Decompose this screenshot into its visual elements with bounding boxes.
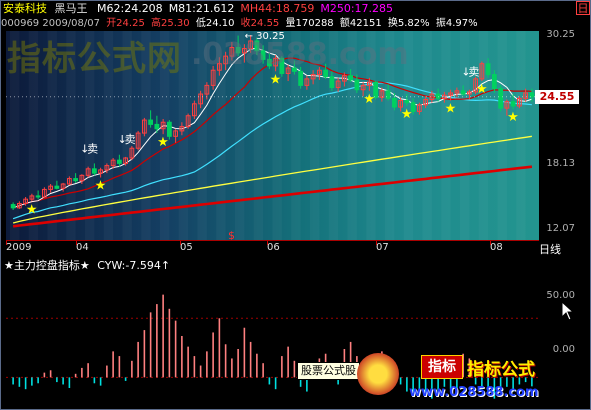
candle-body bbox=[117, 159, 122, 164]
code-date: 000969 2009/08/07 bbox=[1, 18, 100, 29]
candle-body bbox=[498, 88, 503, 109]
volume: 量170288 bbox=[285, 18, 334, 29]
date-tick: 06 bbox=[267, 242, 280, 253]
candle-body bbox=[348, 75, 353, 81]
sell-signal-label: 卖 bbox=[468, 66, 479, 79]
sell-signal-label: 卖 bbox=[125, 133, 136, 146]
candle-body bbox=[154, 123, 160, 130]
mouse-cursor-icon bbox=[561, 301, 575, 321]
price-tick: 18.13 bbox=[546, 158, 575, 169]
turnover: 换5.82% bbox=[387, 18, 430, 29]
buy-star-icon: ★ bbox=[476, 82, 488, 97]
candle-body bbox=[148, 119, 153, 125]
price-axis: 30.25 18.13 12.07 bbox=[539, 29, 590, 240]
stock-chart-window: 安泰科技 黑马王 M62:24.208 M81:21.612 MH44:18.759… bbox=[0, 0, 591, 410]
buy-star-icon: ★ bbox=[95, 178, 107, 193]
candle-body bbox=[404, 100, 410, 104]
amount: 额42151 bbox=[339, 18, 382, 29]
ma-value: MH44:18.759 bbox=[240, 2, 315, 15]
buy-star-icon: ★ bbox=[270, 72, 282, 87]
indicator-tick: 50.00 bbox=[546, 290, 575, 301]
high-price: 高25.30 bbox=[151, 18, 190, 29]
candle-body bbox=[323, 69, 328, 78]
tooltip: 股票公式股 bbox=[297, 362, 360, 380]
candle-body bbox=[92, 168, 97, 174]
price-tick: 12.07 bbox=[546, 223, 575, 234]
title-bar: 安泰科技 黑马王 M62:24.208 M81:21.612 MH44:18.759… bbox=[1, 1, 590, 17]
brand-url: www.028588.com bbox=[409, 385, 539, 400]
open-price: 开24.25 bbox=[106, 18, 145, 29]
candle-body bbox=[267, 58, 272, 67]
ma-values: M62:24.208 M81:21.612 MH44:18.759 M250:17.2… bbox=[91, 1, 393, 17]
brand-chip: 指标 bbox=[421, 355, 463, 379]
low-price: 低24.10 bbox=[195, 18, 235, 29]
event-marker-icon: $ bbox=[228, 229, 235, 240]
close-price: 收24.55 bbox=[240, 18, 280, 29]
candle-body bbox=[279, 57, 285, 74]
candle-body bbox=[485, 63, 491, 76]
price-tick: 30.25 bbox=[546, 29, 575, 40]
candle-body bbox=[35, 195, 41, 198]
candle-body bbox=[298, 70, 303, 86]
candle-body bbox=[54, 185, 60, 189]
candle-body bbox=[235, 46, 241, 54]
period-toggle-button[interactable]: 日 bbox=[576, 1, 590, 15]
candle-body bbox=[510, 101, 516, 107]
sell-signal-label: 卖 bbox=[87, 143, 98, 156]
buy-star-icon: ★ bbox=[507, 110, 519, 125]
last-price-marker: 24.55 bbox=[535, 90, 579, 104]
candle-body bbox=[292, 67, 297, 72]
candle bbox=[498, 85, 503, 112]
candle-body bbox=[492, 74, 497, 90]
date-tick: 05 bbox=[180, 242, 193, 253]
ma-value: M62:24.208 bbox=[97, 2, 163, 15]
date-tick: 08 bbox=[490, 242, 503, 253]
buy-star-icon: ★ bbox=[445, 102, 457, 117]
date-tick: 07 bbox=[376, 242, 389, 253]
candle-body bbox=[329, 76, 335, 89]
buy-star-icon: ★ bbox=[157, 135, 169, 150]
stock-name: 安泰科技 bbox=[3, 2, 47, 15]
quote-info-bar: 000969 2009/08/07 开24.25 高25.30 低24.10 收… bbox=[1, 17, 590, 31]
candle-body bbox=[435, 93, 441, 99]
ma-value: M81:21.612 bbox=[168, 2, 235, 15]
date-axis: 2009 04 05 06 07 08 bbox=[6, 240, 539, 255]
candle-body bbox=[254, 40, 260, 52]
date-tick: 04 bbox=[76, 242, 89, 253]
candle-body bbox=[10, 204, 16, 209]
buy-star-icon: ★ bbox=[26, 202, 38, 217]
candle-body bbox=[354, 79, 360, 91]
ma-value: M250:17.285 bbox=[320, 2, 394, 15]
price-chart[interactable]: ↓卖↓卖↓卖↓卖↓卖★★★★★★★★★← 30.25$ bbox=[6, 31, 539, 240]
candle-body bbox=[392, 97, 397, 108]
period-label[interactable]: 日线 bbox=[539, 241, 561, 257]
date-tick: 2009 bbox=[6, 242, 32, 253]
amplitude: 振4.97% bbox=[435, 18, 478, 29]
peak-price-label: ← 30.25 bbox=[245, 31, 285, 42]
candle-body bbox=[529, 92, 535, 98]
candle-body bbox=[460, 90, 466, 95]
lion-logo-icon bbox=[357, 353, 399, 395]
candle-body bbox=[73, 178, 78, 182]
brand-title: 指标公式 bbox=[467, 360, 535, 380]
buy-star-icon: ★ bbox=[401, 107, 413, 122]
brand-banner[interactable]: 指标 指标公式 www.028588.com bbox=[357, 353, 575, 409]
formula-name: 黑马王 bbox=[54, 2, 88, 15]
buy-star-icon: ★ bbox=[363, 92, 375, 107]
candle-body bbox=[260, 50, 266, 60]
